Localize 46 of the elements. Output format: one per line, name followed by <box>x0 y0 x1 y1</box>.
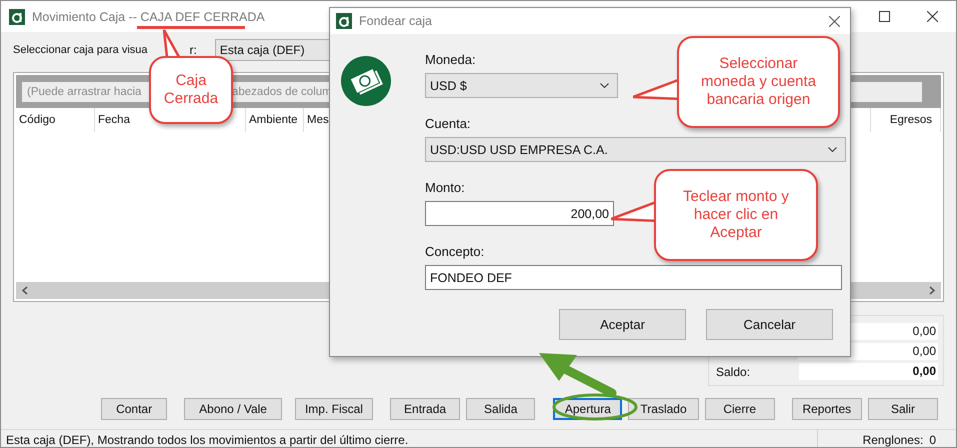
field-label: Monto: <box>425 179 465 197</box>
callout-text: Seleccionar moneda y cuenta bancaria origen <box>700 55 816 109</box>
dropdown-field[interactable]: USD:USD USD EMPRESA C.A. <box>425 137 846 162</box>
column-header[interactable]: Ambiente <box>249 113 298 127</box>
action-button[interactable]: Salir <box>868 398 938 420</box>
action-button[interactable]: Imp. Fiscal <box>294 398 373 420</box>
status-message: Esta caja (DEF), Mostrando todos los movimientos a partir del último cierre. <box>6 432 410 446</box>
dialog-title: Fondear caja <box>359 14 432 28</box>
close-icon[interactable] <box>927 11 938 22</box>
scroll-left-icon[interactable] <box>22 286 28 295</box>
column-header[interactable]: Fecha <box>98 113 130 127</box>
action-button[interactable]: Reportes <box>792 398 862 420</box>
dropdown-field[interactable]: USD $ <box>425 73 618 98</box>
dialog-button[interactable]: Aceptar <box>559 309 686 340</box>
money-icon <box>341 56 391 106</box>
row-count-label: Renglones: <box>862 432 924 446</box>
action-button[interactable]: Abono / Vale <box>184 398 282 420</box>
callout-text: Teclear monto y hacer clic en Aceptar <box>683 188 789 242</box>
callout-text: Caja Cerrada <box>164 72 218 108</box>
action-button[interactable]: Entrada <box>390 398 460 420</box>
selector-label: r: <box>190 43 197 57</box>
action-button[interactable]: Salida <box>466 398 536 420</box>
action-button[interactable]: Traslado <box>628 398 699 420</box>
column-header[interactable]: Mes <box>307 113 329 127</box>
dropdown-caret-icon[interactable] <box>600 83 609 88</box>
total-label: Saldo: <box>716 364 752 378</box>
dialog-button[interactable]: Cancelar <box>706 309 833 340</box>
total-value: 0,00 <box>798 363 938 380</box>
action-button[interactable]: Cierre <box>704 398 775 420</box>
field-label: Cuenta: <box>425 115 471 133</box>
row-count: 0 <box>929 432 936 446</box>
dropdown-caret-icon[interactable] <box>828 147 837 152</box>
column-header[interactable]: Código <box>19 113 56 127</box>
selector-label: Seleccionar caja para visua <box>13 44 148 56</box>
action-button[interactable]: Contar <box>101 398 168 420</box>
concept-field[interactable]: FONDEO DEF <box>425 265 842 290</box>
column-header[interactable]: Egresos <box>890 113 932 127</box>
window-title: Movimiento Caja -- <box>32 10 138 24</box>
close-icon[interactable] <box>829 16 840 26</box>
scroll-right-icon[interactable] <box>929 286 935 295</box>
window-title-status: CAJA DEF CERRADA <box>140 10 265 24</box>
app-logo-icon <box>9 8 25 24</box>
app-logo-icon <box>336 13 352 29</box>
field-label: Moneda: <box>425 51 476 69</box>
maximize-icon[interactable] <box>879 11 890 22</box>
field-label: Concepto: <box>425 243 484 261</box>
